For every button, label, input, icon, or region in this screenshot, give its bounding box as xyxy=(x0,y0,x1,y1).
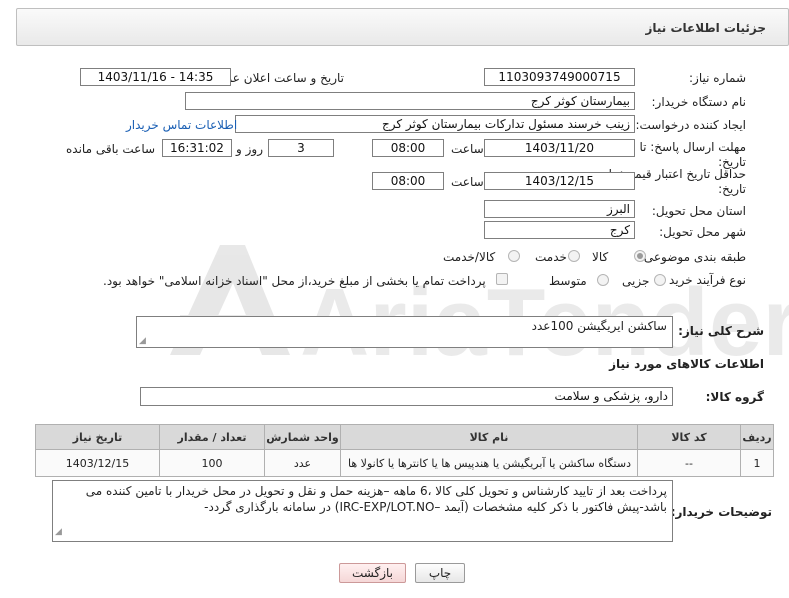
page-title: جزئیات اطلاعات نیاز xyxy=(645,21,766,35)
creator-label: ایجاد کننده درخواست: xyxy=(635,118,746,132)
process-radio-minor[interactable] xyxy=(654,274,666,286)
treasury-payment-checkbox[interactable] xyxy=(496,273,508,285)
buyer-org-label: نام دستگاه خریدار: xyxy=(651,95,747,109)
table-row: 1 -- دستگاه ساکشن یا آبریگیشن یا هندپیس … xyxy=(35,449,774,477)
col-header-row-number: ردیف xyxy=(740,424,774,450)
col-header-item-name: نام کالا xyxy=(340,424,638,450)
deadline-time-field: 08:00 xyxy=(372,139,444,157)
print-button[interactable]: چاپ xyxy=(415,563,465,583)
goods-info-title: اطلاعات کالاهای مورد نیاز xyxy=(609,357,764,371)
cell-unit: عدد xyxy=(264,449,341,477)
remaining-time-field: 16:31:02 xyxy=(162,139,232,157)
creator-field: زینب خرسند مسئول تدارکات بیمارستان کوثر … xyxy=(235,115,635,133)
col-header-item-code: کد کالا xyxy=(637,424,741,450)
treasury-payment-note: پرداخت تمام یا بخشی از مبلغ خرید،از محل … xyxy=(103,274,486,288)
process-option-minor: جزیی xyxy=(622,274,650,288)
announce-date-field: 1403/11/16 - 14:35 xyxy=(80,68,231,86)
buyer-contact-link[interactable]: اطلاعات تماس خریدار xyxy=(126,118,237,132)
buyer-notes-text: پرداخت بعد از تایید کارشناس و تحویل کلی … xyxy=(85,484,667,514)
days-label: روز و xyxy=(236,142,263,156)
category-option-goods: کالا xyxy=(592,250,609,264)
validity-time-field: 08:00 xyxy=(372,172,444,190)
category-option-goods-service: کالا/خدمت xyxy=(443,250,496,264)
cell-row-number: 1 xyxy=(740,449,774,477)
validity-date-field: 1403/12/15 xyxy=(484,172,635,190)
cell-need-date: 1403/12/15 xyxy=(35,449,160,477)
deadline-date-field: 1403/11/20 xyxy=(484,139,635,157)
category-label: طبقه بندی موضوعی: xyxy=(639,250,746,264)
table-header-row: ردیف کد کالا نام کالا واحد شمارش تعداد /… xyxy=(35,424,774,450)
need-number-field: 1103093749000715 xyxy=(484,68,635,86)
deadline-label: مهلت ارسال پاسخ: تا xyxy=(639,140,746,154)
col-header-need-date: تاریخ نیاز xyxy=(35,424,160,450)
category-option-service: خدمت xyxy=(535,250,567,264)
category-radio-goods[interactable] xyxy=(634,250,646,262)
goods-group-field: دارو، پزشکی و سلامت xyxy=(140,387,673,406)
process-label: نوع فرآیند خرید : xyxy=(661,273,746,287)
col-header-unit: واحد شمارش xyxy=(264,424,341,450)
description-field: ساکشن ایریگیشن 100عدد ◢ xyxy=(136,316,673,348)
cell-quantity: 100 xyxy=(159,449,265,477)
cell-item-code: -- xyxy=(637,449,741,477)
buyer-notes-field: پرداخت بعد از تایید کارشناس و تحویل کلی … xyxy=(52,480,673,542)
remaining-time-label: ساعت باقی مانده xyxy=(66,142,156,156)
validity-date-label: تاریخ: xyxy=(718,182,746,196)
description-text: ساکشن ایریگیشن 100عدد xyxy=(531,319,667,333)
city-field: کرج xyxy=(484,221,635,239)
buyer-org-field: بیمارستان کوثر کرج xyxy=(185,92,635,110)
goods-table: ردیف کد کالا نام کالا واحد شمارش تعداد /… xyxy=(35,424,774,477)
description-label: شرح کلی نیاز: xyxy=(678,324,764,338)
buyer-notes-label: توضیحات خریدار: xyxy=(670,505,772,519)
province-field: البرز xyxy=(484,200,635,218)
category-radio-goods-service[interactable] xyxy=(508,250,520,262)
page-header-panel: جزئیات اطلاعات نیاز xyxy=(16,8,789,46)
cell-item-name: دستگاه ساکشن یا آبریگیشن یا هندپیس ها یا… xyxy=(340,449,638,477)
resize-grip-icon[interactable]: ◢ xyxy=(55,524,62,540)
goods-group-label: گروه کالا: xyxy=(705,390,764,404)
validity-time-label: ساعت xyxy=(451,175,484,189)
back-button[interactable]: بازگشت xyxy=(339,563,406,583)
process-option-medium: متوسط xyxy=(549,274,587,288)
province-label: استان محل تحویل: xyxy=(651,204,746,218)
city-label: شهر محل تحویل: xyxy=(659,225,746,239)
category-radio-service[interactable] xyxy=(568,250,580,262)
resize-grip-icon[interactable]: ◢ xyxy=(139,336,146,346)
deadline-time-label: ساعت xyxy=(451,142,484,156)
need-number-label: شماره نیاز: xyxy=(689,71,746,85)
days-remaining-field: 3 xyxy=(268,139,334,157)
process-radio-medium[interactable] xyxy=(597,274,609,286)
col-header-quantity: تعداد / مقدار xyxy=(159,424,265,450)
